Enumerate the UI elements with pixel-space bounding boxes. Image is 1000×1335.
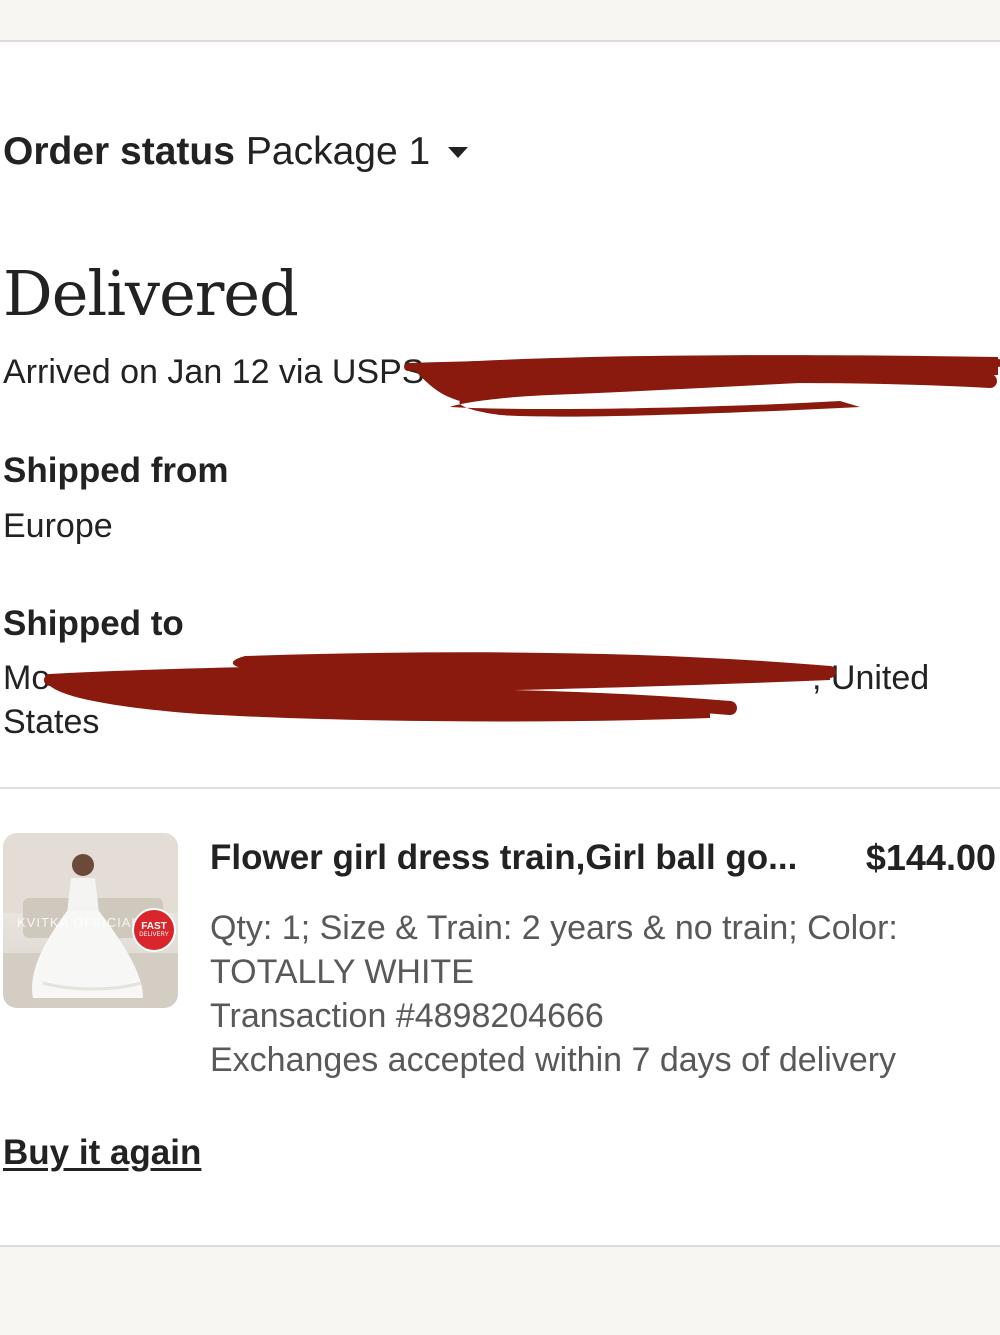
item-price: $144.00 xyxy=(865,837,996,878)
shipped-from-value: Europe xyxy=(3,507,113,545)
image-watermark: KVITKA OFFICIAL xyxy=(17,915,140,930)
order-status-title: Order status xyxy=(3,130,235,173)
bottom-bar xyxy=(0,1245,1000,1335)
order-status-header: Order status Package 1 xyxy=(3,126,469,178)
item-options: Qty: 1; Size & Train: 2 years & no train… xyxy=(210,909,898,991)
transaction-number: Transaction #4898204666 xyxy=(210,997,604,1035)
section-divider xyxy=(0,787,1000,789)
item-title-link[interactable]: Flower girl dress train,Girl ball go... xyxy=(210,836,830,880)
buy-it-again-link[interactable]: Buy it again xyxy=(3,1131,201,1175)
exchange-policy: Exchanges accepted within 7 days of deli… xyxy=(210,1041,897,1079)
shipped-from-label: Shipped from xyxy=(3,451,229,490)
fast-delivery-badge: FAST DELIVERY xyxy=(132,908,176,952)
address-redaction xyxy=(44,652,836,722)
badge-text-bottom: DELIVERY xyxy=(139,932,169,938)
delivery-status-headline: Delivered xyxy=(3,257,299,330)
item-details: Qty: 1; Size & Train: 2 years & no train… xyxy=(210,906,995,1082)
package-selector[interactable]: Package 1 xyxy=(246,126,430,178)
badge-text-top: FAST xyxy=(141,921,167,932)
shipped-to-address-line2: States xyxy=(3,703,100,741)
top-bar xyxy=(0,0,1000,42)
arrival-info: Arrived on Jan 12 via USPS xyxy=(3,353,425,391)
tracking-redaction xyxy=(404,355,1000,417)
shipped-to-address-start: Mo xyxy=(3,659,51,697)
shipped-to-label: Shipped to xyxy=(3,604,184,643)
caret-down-icon[interactable] xyxy=(448,146,469,158)
shipped-to-country: , United xyxy=(812,659,930,697)
